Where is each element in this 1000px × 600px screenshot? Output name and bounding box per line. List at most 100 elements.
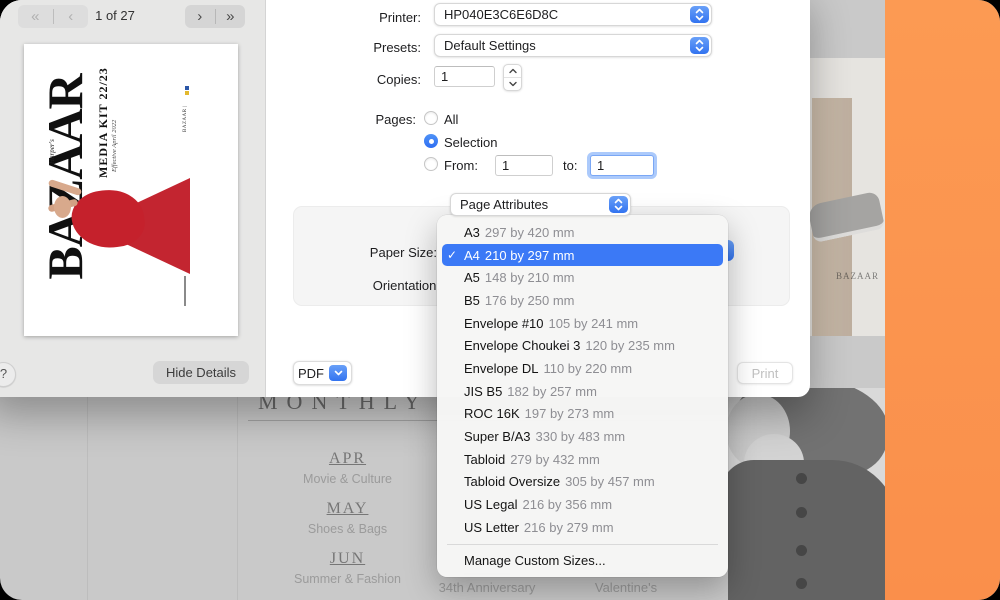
photo-watermark: BAZAAR (836, 271, 879, 281)
pages-label: Pages: (326, 112, 416, 127)
month-name: APR (250, 450, 445, 468)
month-theme: Movie & Culture (250, 472, 445, 486)
print-preview-page: BAZAAR Harper's MEDIA KIT 22/23 Effectiv… (24, 44, 238, 336)
paper-size-name: A3 (464, 225, 480, 240)
photo-dim-overlay (728, 388, 885, 600)
print-button[interactable]: Print (737, 362, 793, 384)
next-page-button[interactable]: › (185, 5, 215, 28)
menu-separator (447, 544, 718, 545)
model-head-shape (54, 196, 71, 218)
month-name: JUN (250, 550, 445, 568)
background-photo-boot (808, 58, 885, 336)
paper-size-menu-item[interactable]: ✓ Super B/A3 330 by 483 mm (437, 425, 728, 448)
pages-to-label: to: (563, 158, 577, 173)
paper-size-name: A5 (464, 270, 480, 285)
pages-range-radio[interactable] (424, 157, 438, 171)
background-footer-label: 34th Anniversary (430, 580, 544, 595)
manage-custom-sizes-item[interactable]: Manage Custom Sizes... (437, 550, 728, 573)
printer-select[interactable]: HP040E3C6E6D8C (434, 3, 712, 26)
paper-size-dimensions: 305 by 457 mm (565, 474, 655, 489)
print-preview-pane: « ‹ 1 of 27 › » BAZAAR Harper's MEDIA KI… (0, 0, 266, 397)
paper-size-menu-item[interactable]: ✓ US Legal 216 by 356 mm (437, 493, 728, 516)
chevron-down-icon (329, 365, 347, 381)
pdf-menu-button[interactable]: PDF (293, 361, 352, 385)
paper-size-dimensions: 105 by 241 mm (549, 316, 639, 331)
paper-size-menu-item[interactable]: ✓ A4 210 by 297 mm (442, 244, 723, 267)
presets-label: Presets: (326, 40, 421, 55)
paper-size-name: US Legal (464, 497, 517, 512)
month-theme: Shoes & Bags (250, 522, 445, 536)
checkmark-icon: ✓ (447, 248, 464, 262)
micro-text-bar (184, 276, 186, 306)
stepper-up-icon[interactable] (504, 65, 521, 77)
month-theme: Summer & Fashion (250, 572, 445, 586)
paper-size-label: Paper Size: (317, 245, 437, 260)
pdf-label: PDF (298, 366, 324, 381)
page-count-label: 1 of 27 (82, 8, 148, 23)
paper-size-dimensions: 182 by 257 mm (507, 384, 597, 399)
paper-size-menu-item[interactable]: ✓ JIS B5 182 by 257 mm (437, 380, 728, 403)
paper-size-menu-item[interactable]: ✓ Envelope Choukei 3 120 by 235 mm (437, 334, 728, 357)
paper-size-menu-item[interactable]: ✓ US Letter 216 by 279 mm (437, 516, 728, 539)
section-select[interactable]: Page Attributes (450, 193, 631, 216)
background-photo-model (728, 388, 885, 600)
paper-size-dimensions: 330 by 483 mm (536, 429, 626, 444)
month-name: MAY (250, 500, 445, 518)
background-month-list: APR Movie & Culture MAY Shoes & Bags JUN… (250, 450, 445, 586)
month-block: MAY Shoes & Bags (250, 500, 445, 536)
stepper-down-icon[interactable] (504, 78, 521, 90)
help-button[interactable]: ? (0, 362, 16, 387)
paper-size-menu-item[interactable]: ✓ Tabloid 279 by 432 mm (437, 448, 728, 471)
paper-size-menu: ✓ A3 297 by 420 mm ✓ A4 210 by 297 mm ✓ … (437, 215, 728, 577)
copies-input[interactable] (434, 66, 495, 87)
pages-all-radio[interactable] (424, 111, 438, 125)
paper-size-menu-item[interactable]: ✓ Envelope #10 105 by 241 mm (437, 312, 728, 335)
hide-details-button[interactable]: Hide Details (153, 361, 249, 384)
paper-size-name: US Letter (464, 520, 519, 535)
pages-from-label: From: (444, 158, 478, 173)
background-footer-label: Valentine's (575, 580, 677, 595)
paper-size-dimensions: 279 by 432 mm (510, 452, 600, 467)
paper-size-name: Super B/A3 (464, 429, 531, 444)
photo-dim-overlay (808, 58, 885, 336)
paper-size-name: A4 (464, 248, 480, 263)
month-block: APR Movie & Culture (250, 450, 445, 486)
logo-square-yellow (185, 91, 189, 95)
paper-size-menu-item[interactable]: ✓ B5 176 by 250 mm (437, 289, 728, 312)
presets-select-value: Default Settings (444, 38, 536, 53)
paper-size-name: Tabloid (464, 452, 505, 467)
paper-size-dimensions: 210 by 297 mm (485, 248, 575, 263)
copies-stepper[interactable] (503, 64, 522, 91)
magazine-brand: Harper's (48, 104, 56, 164)
pages-from-input[interactable] (495, 155, 553, 176)
paper-size-menu-item[interactable]: ✓ ROC 16K 197 by 273 mm (437, 403, 728, 426)
media-kit-subtitle: Effective April 2022 (111, 80, 118, 172)
last-page-button[interactable]: » (216, 5, 246, 28)
paper-size-dimensions: 110 by 220 mm (543, 361, 632, 376)
paper-size-name: Envelope DL (464, 361, 538, 376)
paper-size-menu-item[interactable]: ✓ A5 148 by 210 mm (437, 266, 728, 289)
orientation-label: Orientation: (320, 278, 440, 293)
paper-size-menu-item[interactable]: ✓ A3 297 by 420 mm (437, 221, 728, 244)
paper-size-name: JIS B5 (464, 384, 502, 399)
section-select-value: Page Attributes (460, 197, 548, 212)
month-block: JUN Summer & Fashion (250, 550, 445, 586)
paper-size-menu-item[interactable]: ✓ Tabloid Oversize 305 by 457 mm (437, 471, 728, 494)
paper-size-dimensions: 120 by 235 mm (585, 338, 675, 353)
paper-size-name: ROC 16K (464, 406, 520, 421)
popup-chevron-icon (609, 196, 628, 213)
pagination-back-group: « ‹ (18, 5, 88, 28)
paper-size-dimensions: 297 by 420 mm (485, 225, 575, 240)
magazine-logo: BAZAAR (40, 58, 90, 296)
pages-to-input[interactable] (590, 155, 654, 176)
popup-chevron-icon (690, 6, 709, 23)
presets-select[interactable]: Default Settings (434, 34, 712, 57)
paper-size-menu-item[interactable]: ✓ Envelope DL 110 by 220 mm (437, 357, 728, 380)
paper-size-dimensions: 216 by 279 mm (524, 520, 614, 535)
paper-size-dimensions: 216 by 356 mm (522, 497, 612, 512)
popup-chevron-icon (690, 37, 709, 54)
first-page-button[interactable]: « (18, 5, 53, 28)
pages-selection-radio[interactable] (424, 134, 438, 148)
paper-size-name: B5 (464, 293, 480, 308)
pages-all-label: All (444, 112, 458, 127)
